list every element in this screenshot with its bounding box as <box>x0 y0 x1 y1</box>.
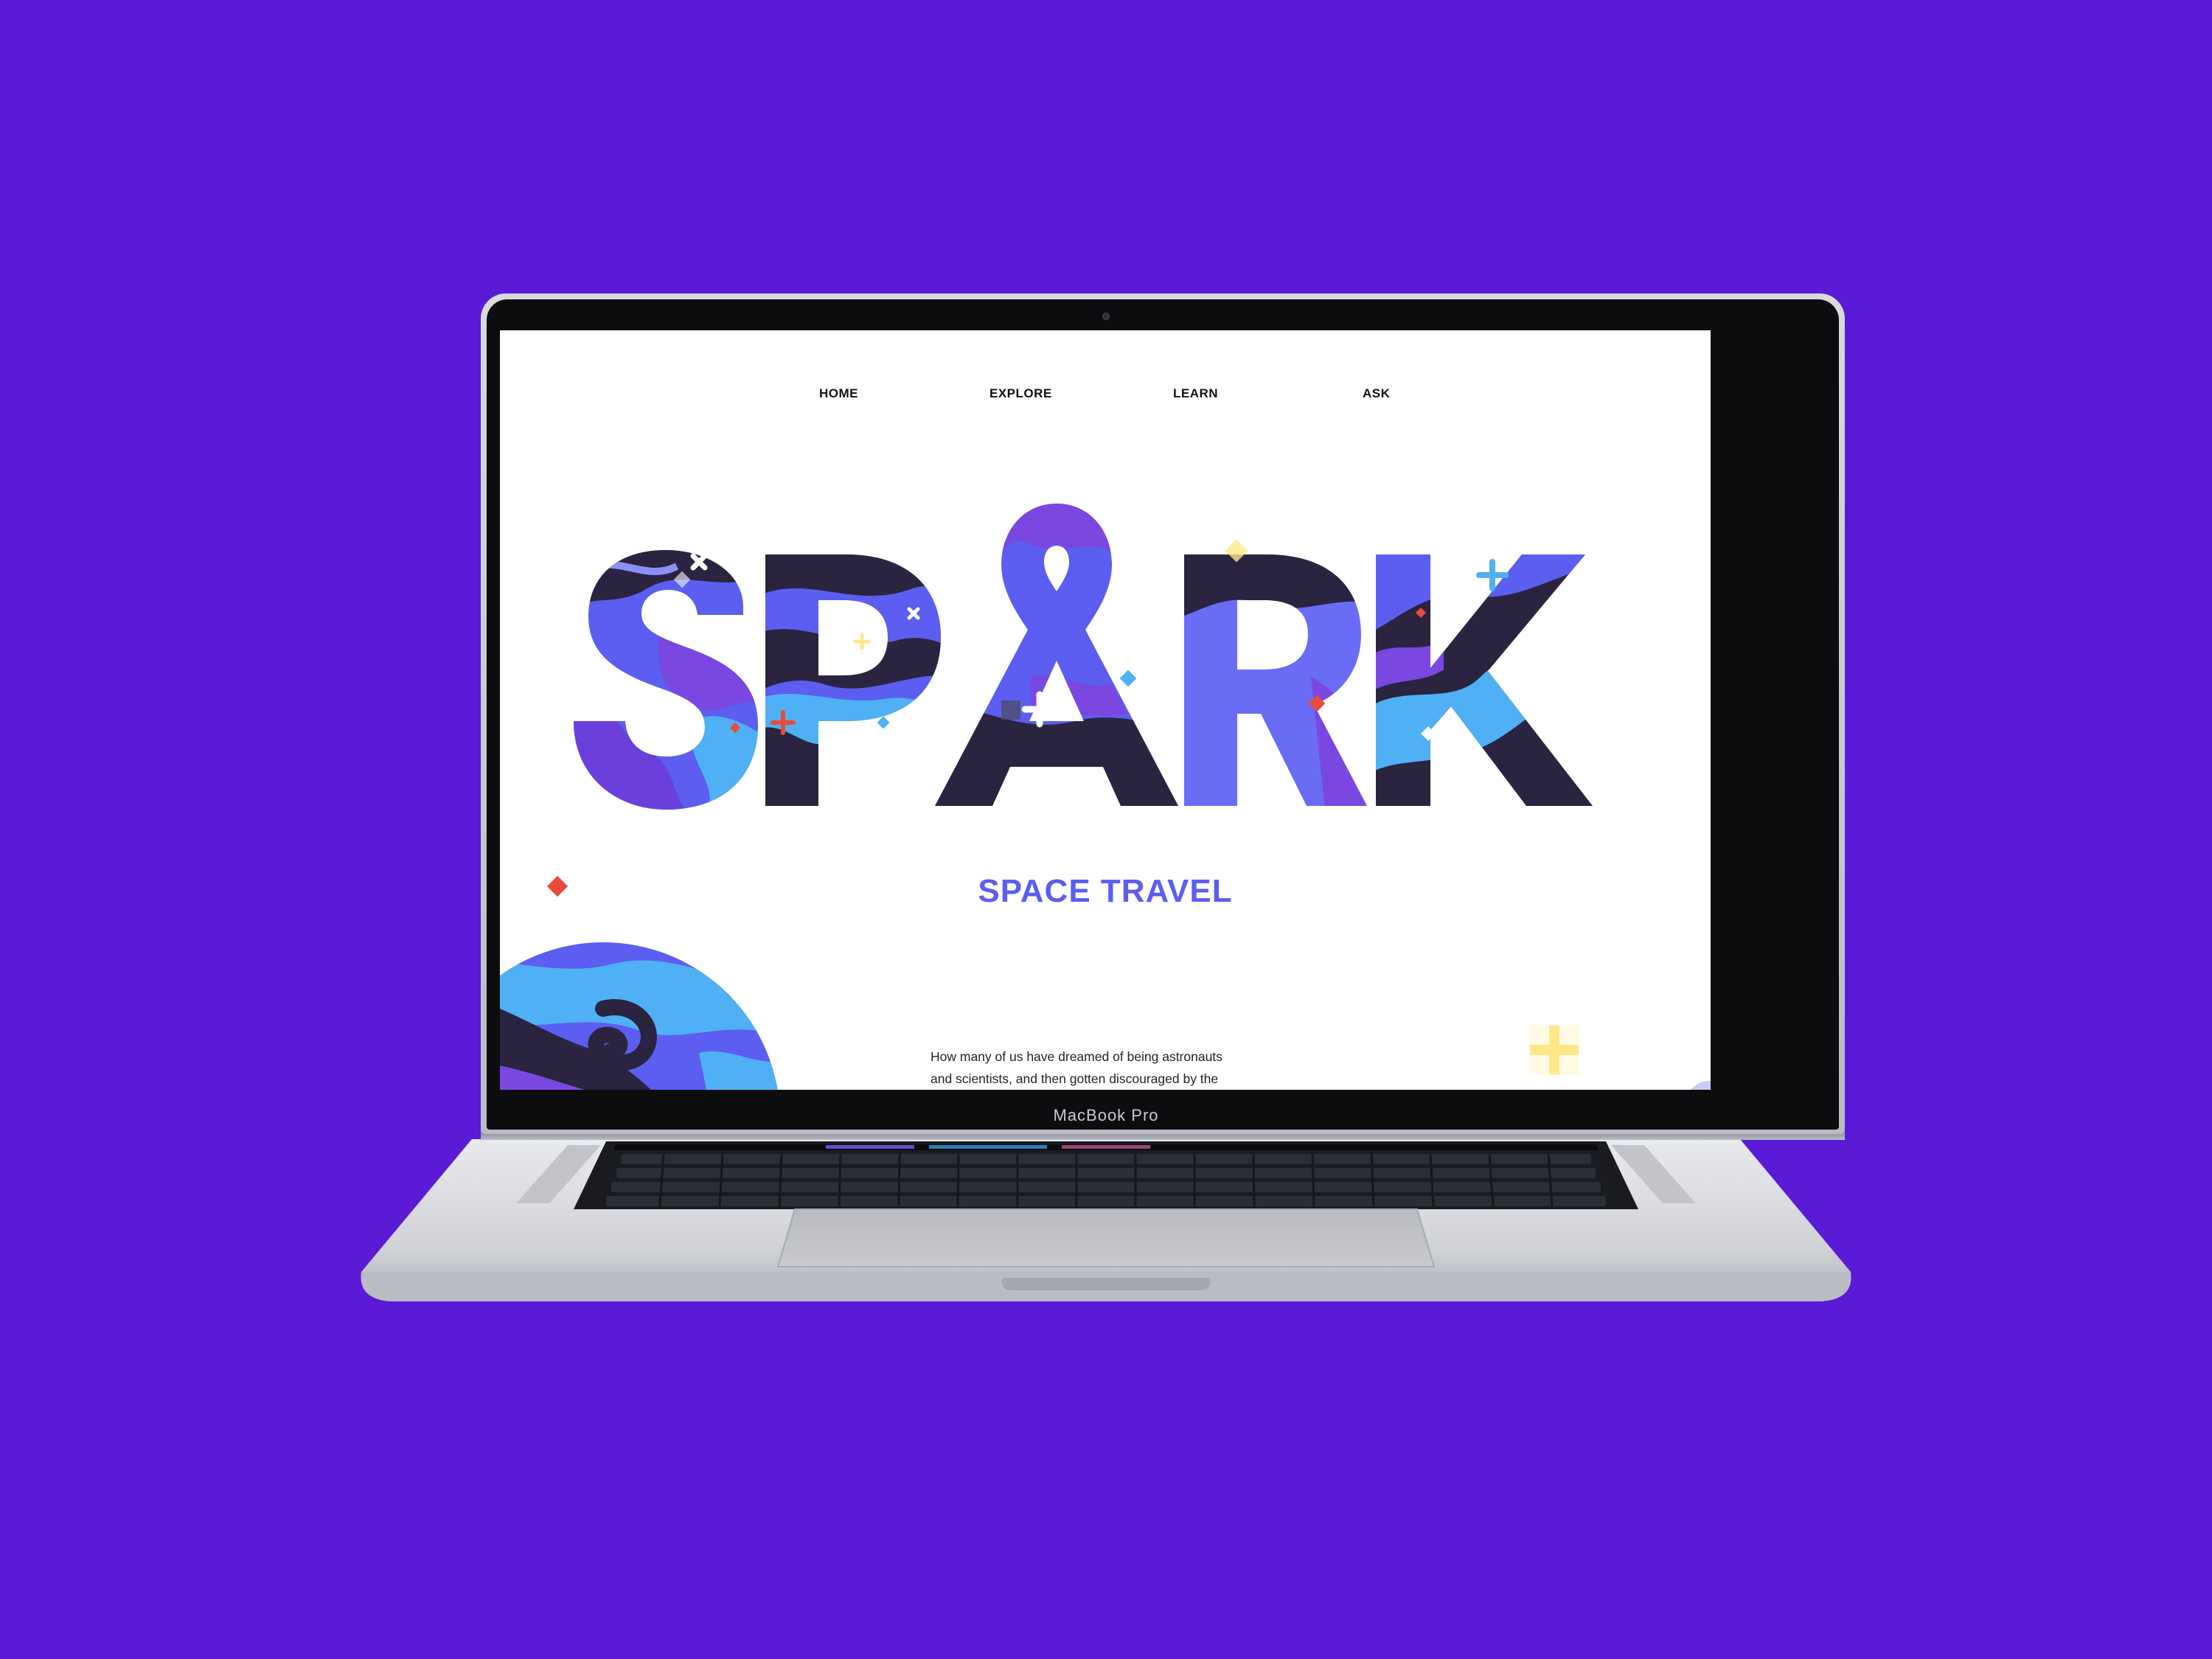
brand-label: MacBook Pro <box>1053 1106 1159 1124</box>
spark-title-art <box>574 504 1593 810</box>
yellow-plus-icon <box>1529 1025 1579 1075</box>
nav-explore[interactable]: EXPLORE <box>990 386 1052 401</box>
laptop-mockup: MacBook Pro HOME EXPLORE LEARN ASK SPACE… <box>0 0 2212 1659</box>
planet-edge-decor <box>1691 1081 1711 1090</box>
web-page: HOME EXPLORE LEARN ASK SPACE TRAVEL How … <box>500 330 1711 1090</box>
main-nav: HOME EXPLORE LEARN ASK <box>500 386 1711 416</box>
planet-illustration <box>500 942 780 1090</box>
intro-line-1: How many of us have dreamed of being ast… <box>931 1049 1222 1064</box>
intro-paragraph: How many of us have dreamed of being ast… <box>931 1046 1277 1090</box>
hero-title <box>500 485 1711 824</box>
nav-home[interactable]: HOME <box>819 386 858 401</box>
nav-ask[interactable]: ASK <box>1363 386 1390 401</box>
intro-line-2: and scientists, and then gotten discoura… <box>931 1071 1219 1086</box>
hero-subtitle: SPACE TRAVEL <box>978 873 1233 909</box>
webcam <box>1102 313 1110 320</box>
nav-learn[interactable]: LEARN <box>1173 386 1218 401</box>
